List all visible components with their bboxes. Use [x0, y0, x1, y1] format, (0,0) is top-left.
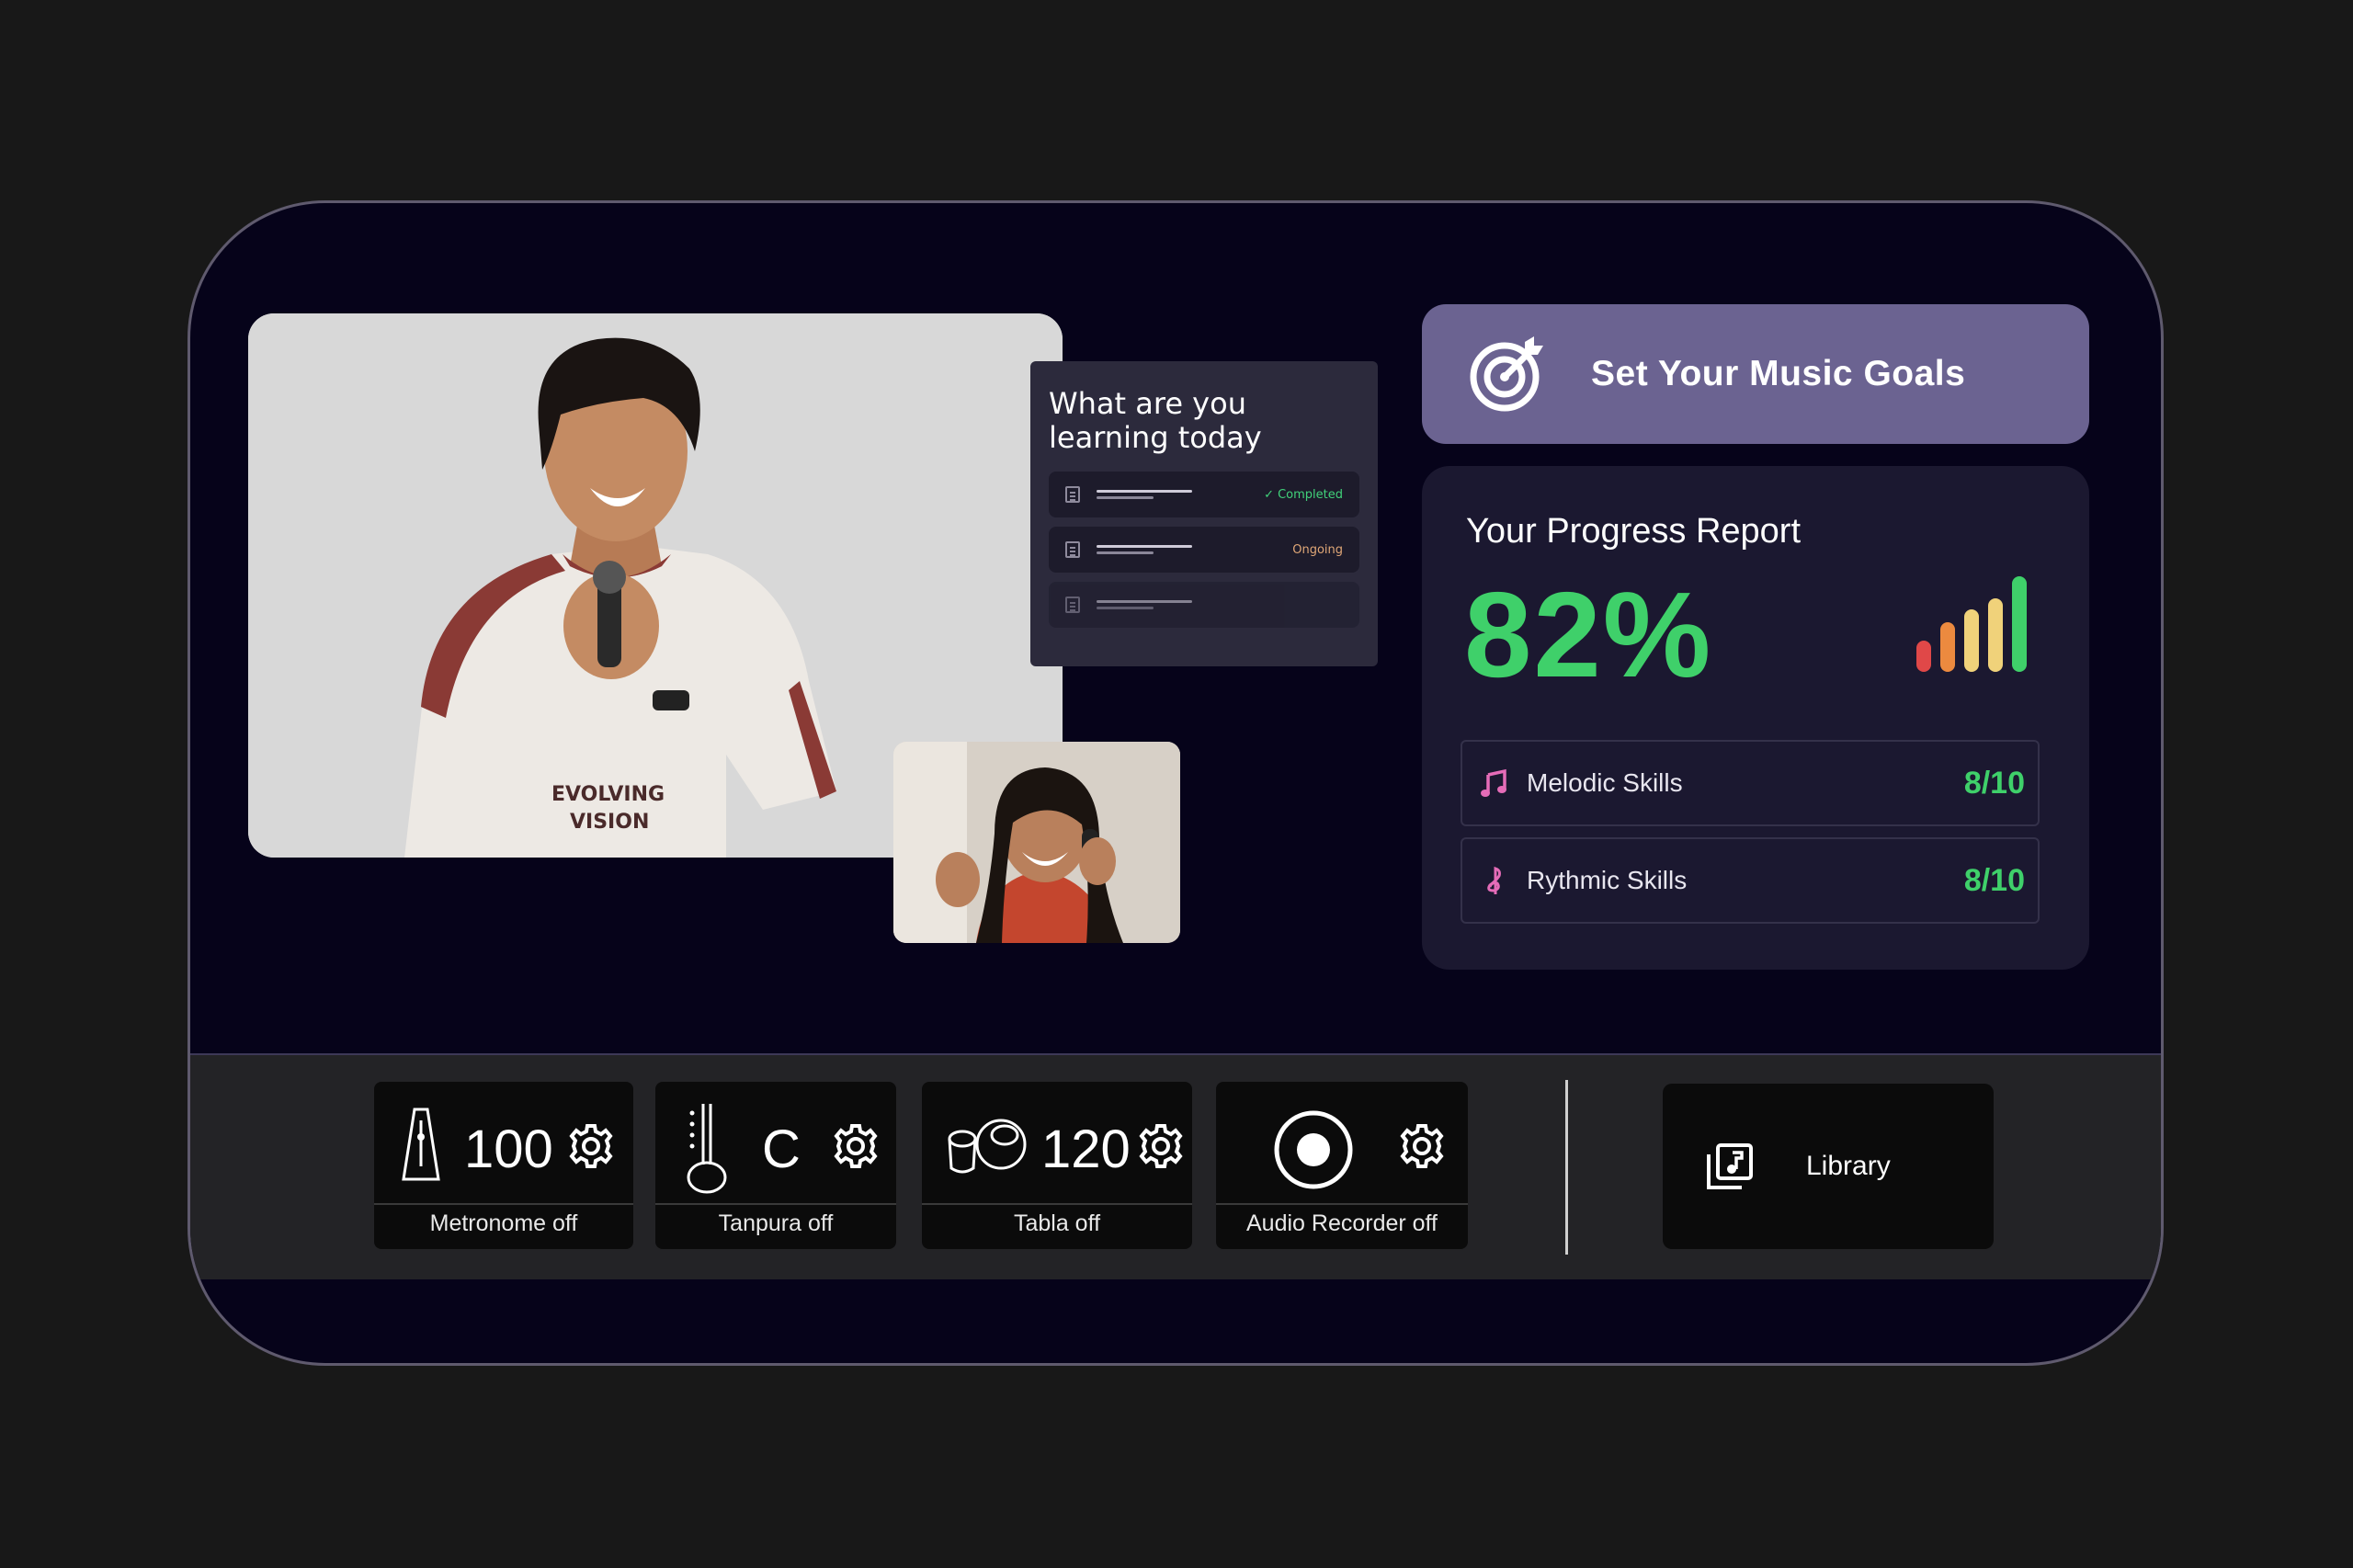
- learning-today-card: What are you learning today ✓ Completed …: [1030, 361, 1378, 666]
- gear-icon[interactable]: [567, 1122, 615, 1170]
- melodic-skills-row: Melodic Skills 8/10: [1461, 740, 2040, 826]
- skill-score: 8/10: [1963, 765, 2025, 801]
- svg-text:VISION: VISION: [570, 811, 649, 834]
- metronome-bpm: 100: [464, 1119, 553, 1179]
- music-library-icon: [1707, 1143, 1753, 1189]
- toolbar-divider: [1565, 1080, 1568, 1255]
- metronome-icon: [402, 1108, 440, 1181]
- target-icon: [1470, 336, 1543, 412]
- signal-bars-icon: [1916, 576, 2027, 672]
- music-note-icon: [1481, 768, 1506, 797]
- library-button[interactable]: Library: [1663, 1084, 1994, 1249]
- metronome-control[interactable]: 100 Metronome off: [374, 1082, 633, 1249]
- skill-label: Rythmic Skills: [1527, 866, 1688, 894]
- metronome-label: Metronome off: [429, 1210, 578, 1236]
- document-icon: [1065, 541, 1080, 558]
- library-label: Library: [1806, 1151, 1891, 1181]
- lesson-item[interactable]: ✓ Completed: [1049, 472, 1359, 517]
- progress-title: Your Progress Report: [1466, 512, 1802, 551]
- lesson-status: Ongoing: [1292, 542, 1343, 557]
- audio-recorder-label: Audio Recorder off: [1246, 1210, 1438, 1236]
- rythmic-skills-row: Rythmic Skills 8/10: [1461, 837, 2040, 924]
- tanpura-label: Tanpura off: [718, 1210, 834, 1236]
- treble-clef-icon: [1487, 866, 1501, 894]
- tutor-photo: [893, 742, 1180, 943]
- lesson-status: Completed: [1278, 487, 1343, 502]
- goals-title: Set Your Music Goals: [1591, 354, 1966, 393]
- skill-score: 8/10: [1963, 862, 2025, 898]
- check-icon: ✓: [1264, 487, 1279, 502]
- tabla-icon: [948, 1119, 1027, 1174]
- lesson-item[interactable]: [1049, 582, 1359, 628]
- set-music-goals-button[interactable]: Set Your Music Goals: [1422, 304, 2089, 444]
- learning-card-title: What are you learning today: [1049, 386, 1262, 455]
- tabla-bpm: 120: [1041, 1119, 1131, 1179]
- svg-text:EVOLVING: EVOLVING: [551, 783, 665, 806]
- tanpura-control[interactable]: C Tanpura off: [655, 1082, 896, 1249]
- lesson-item[interactable]: Ongoing: [1049, 527, 1359, 573]
- app-frame: EVOLVING VISION What are you learning to…: [188, 200, 2164, 1366]
- tabla-label: Tabla off: [1013, 1210, 1101, 1236]
- progress-percentage: 82%: [1464, 567, 1713, 702]
- document-icon: [1065, 597, 1080, 613]
- skill-label: Melodic Skills: [1527, 768, 1683, 797]
- progress-report-card: Your Progress Report 82% Melodic Skills …: [1422, 466, 2089, 970]
- tabla-control[interactable]: 120 Tabla off: [922, 1082, 1192, 1249]
- gear-icon[interactable]: [1137, 1122, 1185, 1170]
- tutor-video-feed[interactable]: [893, 742, 1180, 943]
- practice-toolbar: 100 Metronome off C Tanpura off 120 Tabl…: [190, 1053, 2161, 1279]
- record-icon[interactable]: [1273, 1109, 1354, 1190]
- tanpura-key: C: [762, 1119, 801, 1179]
- gear-icon[interactable]: [1398, 1122, 1446, 1170]
- gear-icon[interactable]: [832, 1122, 880, 1170]
- tanpura-icon: [687, 1104, 727, 1194]
- document-icon: [1065, 486, 1080, 503]
- audio-recorder-control[interactable]: Audio Recorder off: [1216, 1082, 1468, 1249]
